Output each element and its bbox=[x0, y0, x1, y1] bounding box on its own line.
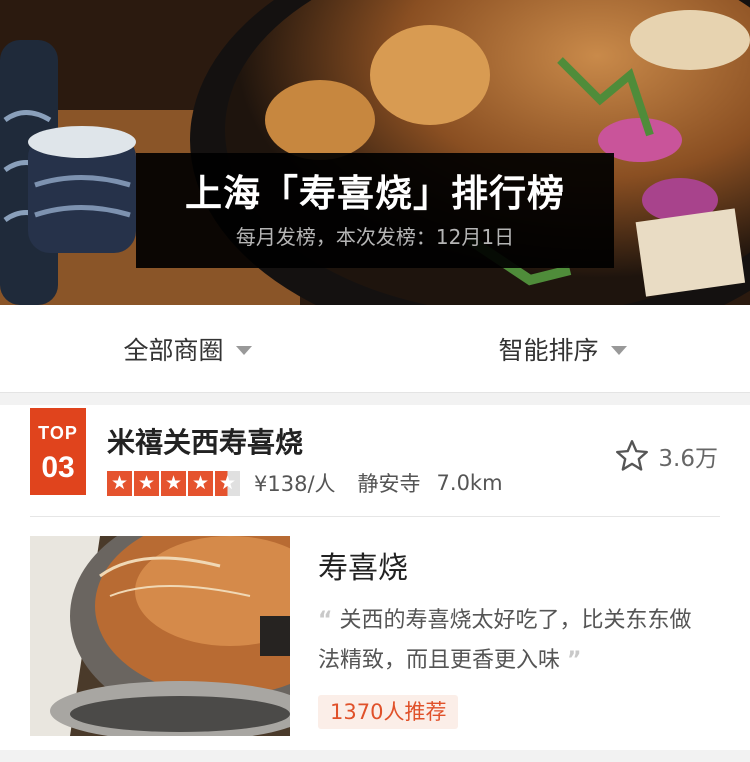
area-filter-dropdown[interactable]: 全部商圈 bbox=[0, 305, 375, 392]
dish-photo[interactable] bbox=[30, 536, 290, 736]
price-per-person: ¥138/人 bbox=[254, 472, 336, 496]
caret-down-icon bbox=[235, 346, 252, 355]
close-quote-icon: ” bbox=[567, 648, 582, 673]
shop-name[interactable]: 米禧关西寿喜烧 bbox=[107, 421, 303, 461]
star-icon: ★ bbox=[107, 470, 132, 496]
star-outline-icon bbox=[616, 440, 649, 471]
business-area: 静安寺 bbox=[357, 472, 421, 496]
caret-down-icon bbox=[610, 346, 627, 355]
shop-card[interactable]: TOP 03 米禧关西寿喜烧 ★ ★ ★ ★ ★ ¥138/人 静安寺 7.0k… bbox=[0, 405, 750, 750]
star-rating: ★ ★ ★ ★ ★ bbox=[107, 470, 242, 496]
distance: 7.0km bbox=[436, 471, 503, 495]
star-icon: ★ bbox=[161, 470, 186, 496]
page-title: 上海「寿喜烧」排行榜 bbox=[185, 171, 565, 215]
half-star-icon: ★ bbox=[215, 470, 240, 496]
rank-badge: TOP 03 bbox=[30, 408, 86, 495]
dish-title: 寿喜烧 bbox=[318, 551, 408, 586]
filter-bar: 全部商圈 智能排序 bbox=[0, 305, 750, 393]
recommend-badge: 1370人推荐 bbox=[318, 695, 459, 729]
sort-filter-dropdown[interactable]: 智能排序 bbox=[375, 305, 750, 392]
page-subtitle: 每月发榜，本次发榜：12月1日 bbox=[235, 224, 515, 249]
favorite-button[interactable]: 3.6万 bbox=[614, 439, 718, 473]
favorite-count: 3.6万 bbox=[658, 446, 718, 472]
open-quote-icon: “ bbox=[318, 608, 333, 633]
area-filter-label: 全部商圈 bbox=[123, 335, 224, 365]
shop-meta: ★ ★ ★ ★ ★ ¥138/人 静安寺 7.0km bbox=[107, 469, 503, 497]
rank-number: 03 bbox=[41, 451, 75, 484]
sort-filter-label: 智能排序 bbox=[498, 335, 599, 365]
divider bbox=[30, 516, 720, 517]
star-icon: ★ bbox=[188, 470, 213, 496]
rank-top-label: TOP bbox=[38, 423, 78, 443]
review-quote: “ 关西的寿喜烧太好吃了，比关东东做法精致，而且更香更入味 ” bbox=[318, 601, 698, 681]
banner: 上海「寿喜烧」排行榜 每月发榜，本次发榜：12月1日 bbox=[0, 0, 750, 305]
review-text: 关西的寿喜烧太好吃了，比关东东做法精致，而且更香更入味 bbox=[318, 608, 692, 673]
banner-title-box: 上海「寿喜烧」排行榜 每月发榜，本次发榜：12月1日 bbox=[136, 153, 614, 268]
star-icon: ★ bbox=[134, 470, 159, 496]
